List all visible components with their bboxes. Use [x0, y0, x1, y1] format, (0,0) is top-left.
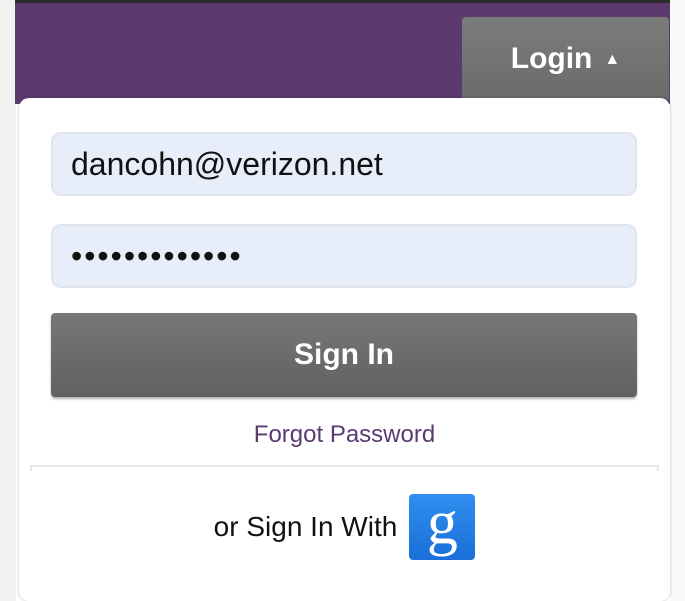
caret-up-icon: ▲: [604, 51, 621, 68]
google-sign-in-button[interactable]: g: [409, 489, 476, 560]
page-left-edge: [0, 0, 16, 601]
password-field[interactable]: [51, 224, 637, 288]
sign-in-label: Sign In: [294, 338, 394, 371]
login-label: Login: [510, 42, 593, 75]
email-field[interactable]: [51, 132, 637, 196]
sign-in-button[interactable]: Sign In: [51, 313, 637, 397]
login-dropdown-panel: Sign In Forgot Password or Sign In With …: [19, 98, 670, 601]
forgot-password-link[interactable]: Forgot Password: [19, 421, 670, 449]
social-sign-in-row: or Sign In With g: [19, 489, 670, 560]
social-sign-in-label: or Sign In With: [213, 511, 398, 542]
login-dropdown-toggle[interactable]: Login ▲: [462, 17, 669, 100]
google-icon: g: [426, 489, 458, 557]
page-right-edge: [670, 0, 685, 601]
divider: [30, 465, 659, 471]
